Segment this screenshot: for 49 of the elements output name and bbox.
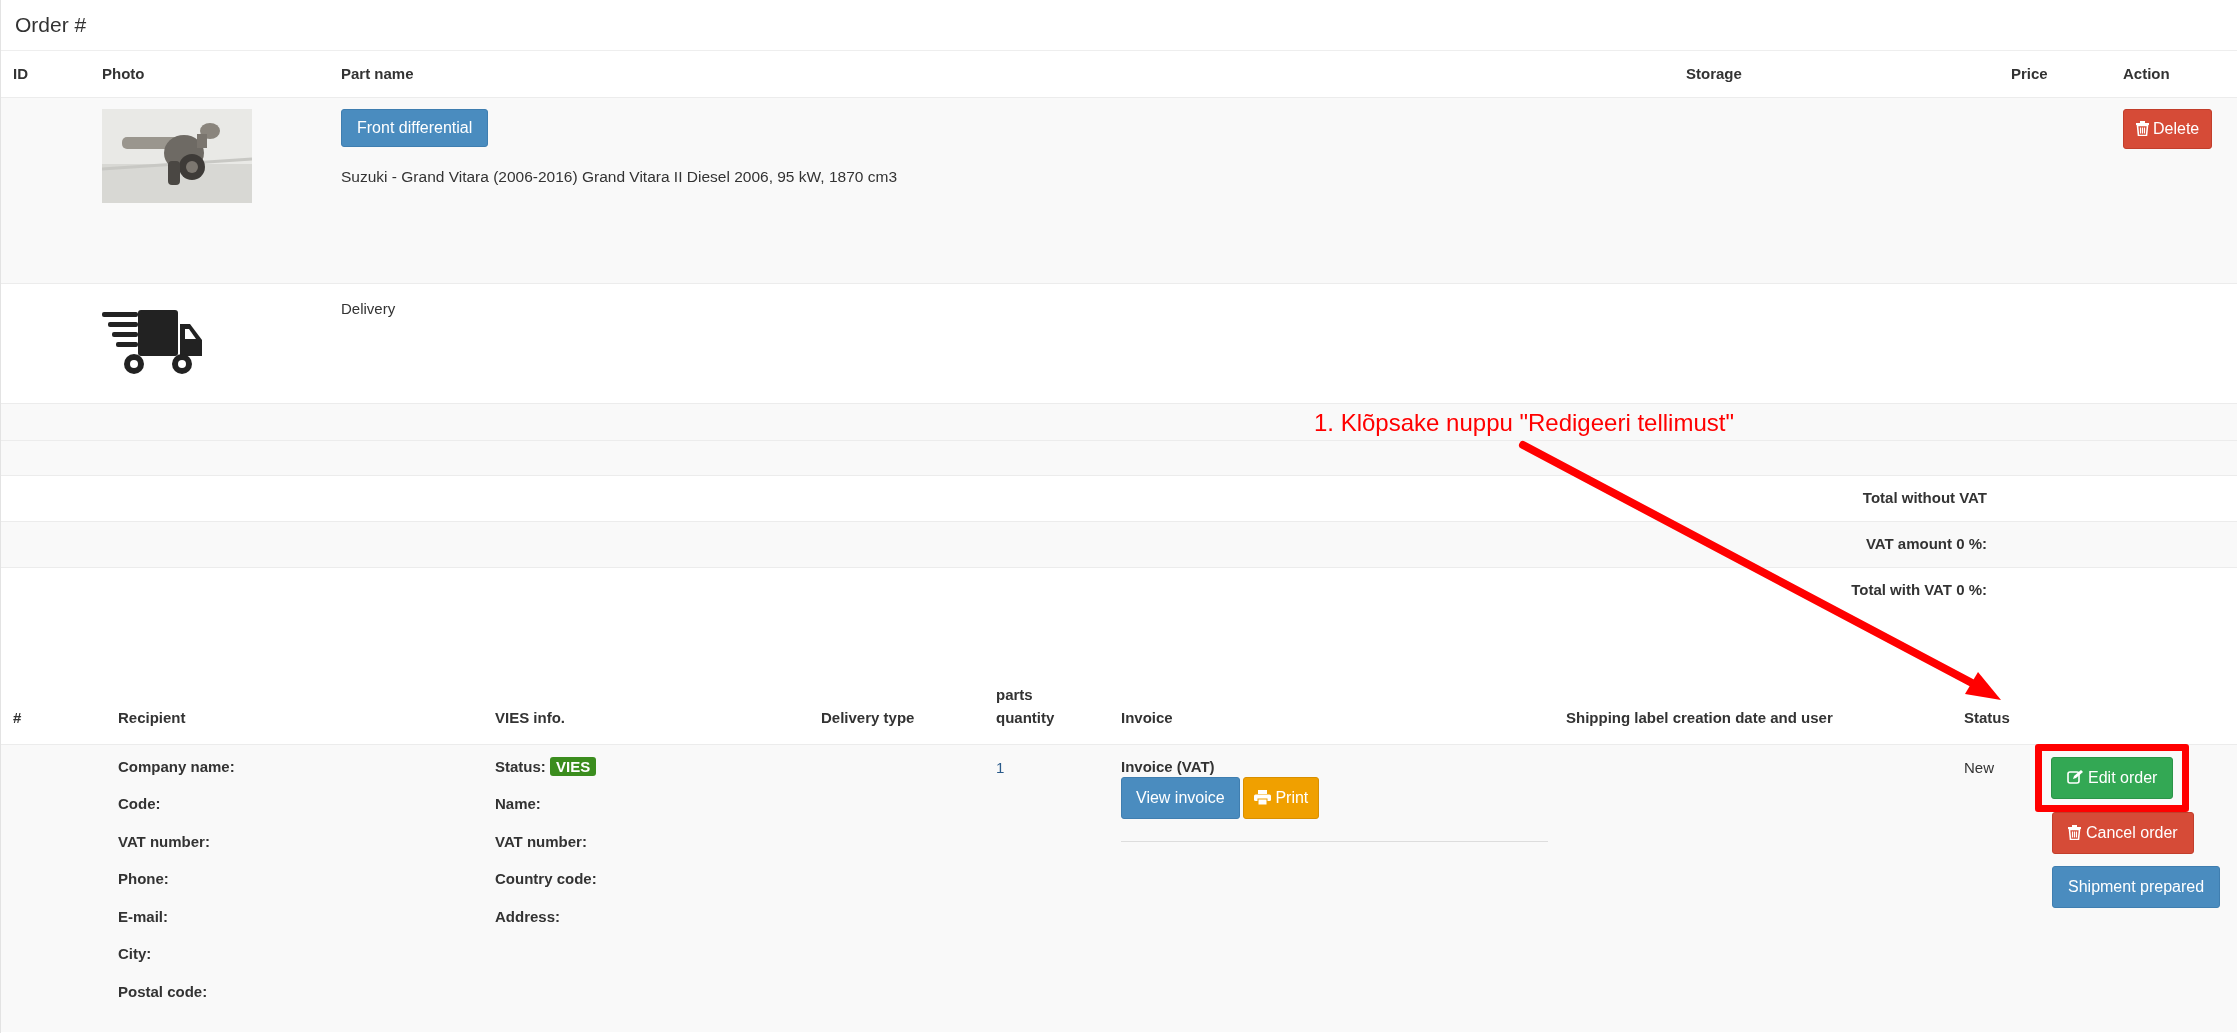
- edit-button[interactable]: Edit order: [2051, 756, 2174, 799]
- field-label: Phone:: [118, 870, 169, 887]
- edit-icon: [2067, 770, 2083, 785]
- field-label: E-mail:: [118, 907, 168, 925]
- column-header: Delivery type: [821, 709, 915, 727]
- column-header: VIES info.: [495, 709, 565, 727]
- truck-icon: [102, 309, 202, 374]
- column-header: #: [13, 709, 22, 727]
- column-header: Invoice: [1121, 709, 1173, 727]
- trash-icon: [2068, 825, 2081, 840]
- quantity-value: 1: [996, 758, 1005, 776]
- field-label: Postal code:: [118, 982, 208, 1000]
- printer-icon: [1254, 790, 1272, 805]
- trash-icon: [2136, 121, 2149, 136]
- column-header: Storage: [1686, 64, 1742, 82]
- status-value: New: [1964, 758, 1994, 776]
- column-header: ID: [13, 64, 28, 82]
- field-label: VAT number:: [495, 832, 587, 850]
- field-label: Country code:: [495, 870, 597, 887]
- shipment-button[interactable]: Shipment prepared: [2052, 865, 2221, 908]
- vies-badge: VIES: [550, 756, 597, 776]
- field-label: Code:: [118, 795, 161, 812]
- field-label: Company name:: [118, 757, 235, 775]
- column-header: Part name: [341, 64, 414, 82]
- part-description: Suzuki - Grand Vitara (2006-2016) Grand Vitara II Diesel 2006, 95 kW, 1870 cm3: [341, 166, 898, 187]
- total-label: Total without VAT: [1862, 488, 1987, 506]
- field-label: Address:: [495, 907, 561, 925]
- delete-button[interactable]: Delete: [2123, 108, 2213, 149]
- column-header: Action: [2123, 64, 2170, 82]
- view-invoice-button[interactable]: View invoice: [1121, 776, 1240, 819]
- field-label: VAT number:: [118, 832, 210, 850]
- column-header: Status: [1964, 709, 2010, 727]
- print-button[interactable]: Print: [1243, 776, 1320, 819]
- part-button[interactable]: Front differential: [341, 108, 489, 147]
- column-header: parts quantity: [996, 685, 1056, 729]
- field-label: Status:: [495, 757, 546, 775]
- column-header: Price: [2011, 64, 2048, 82]
- annotation-text: 1. Klõpsake nuppu "Redigeeri tellimust": [1314, 408, 1734, 438]
- page-title: Order #: [15, 12, 87, 39]
- column-header: Recipient: [118, 709, 186, 727]
- cancel-button[interactable]: Cancel order: [2052, 811, 2194, 854]
- invoice-title: Invoice (VAT): [1121, 757, 1215, 775]
- column-header: Photo: [102, 64, 145, 82]
- column-header: Shipping label creation date and user: [1566, 709, 1833, 727]
- delivery-label: Delivery: [341, 299, 396, 317]
- total-label: Total with VAT 0 %:: [1851, 581, 1987, 598]
- total-label: VAT amount 0 %:: [1865, 534, 1987, 552]
- field-label: Name:: [495, 795, 541, 812]
- field-label: City:: [118, 945, 152, 962]
